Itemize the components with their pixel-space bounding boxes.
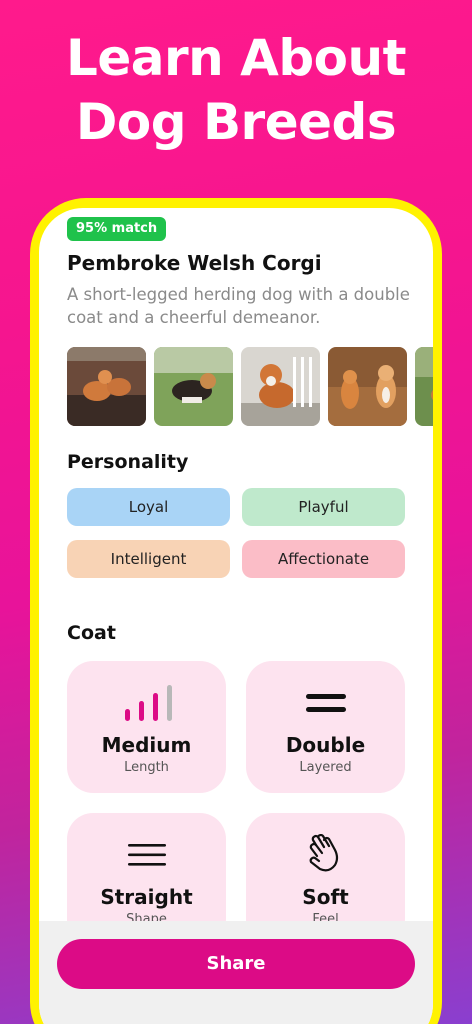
breed-photo[interactable] [241, 347, 320, 426]
app-screen: 95% match Pembroke Welsh Corgi A short-l… [39, 208, 433, 1024]
coat-value: Soft [302, 885, 349, 909]
breed-description: A short-legged herding dog with a double… [67, 285, 410, 327]
three-lines-icon [67, 835, 226, 875]
trait-chip-affectionate[interactable]: Affectionate [242, 540, 405, 578]
bottom-action-bar: Share [39, 921, 433, 1024]
coat-card-type[interactable]: Double Layered [246, 661, 405, 793]
headline-line-1: Learn About [65, 29, 407, 87]
coat-label: Layered [299, 760, 352, 775]
hand-icon [246, 834, 405, 875]
signal-bars-icon [67, 683, 226, 723]
double-line-icon [246, 683, 405, 723]
breed-title: Pembroke Welsh Corgi [67, 251, 322, 275]
coat-value: Medium [101, 733, 192, 757]
headline: Learn About Dog Breeds [0, 26, 472, 154]
share-button[interactable]: Share [57, 939, 415, 989]
personality-title: Personality [67, 451, 189, 473]
coat-title: Coat [67, 622, 116, 644]
photo-carousel[interactable] [67, 347, 433, 427]
coat-value: Straight [100, 885, 193, 909]
match-badge: 95% match [67, 217, 167, 241]
breed-photo[interactable] [154, 347, 233, 426]
coat-card-length[interactable]: Medium Length [67, 661, 226, 793]
trait-chip-playful[interactable]: Playful [242, 488, 405, 526]
coat-value: Double [285, 733, 366, 757]
breed-photo[interactable] [328, 347, 407, 426]
breed-photo[interactable] [415, 347, 433, 426]
trait-chip-loyal[interactable]: Loyal [67, 488, 230, 526]
trait-chip-intelligent[interactable]: Intelligent [67, 540, 230, 578]
coat-label: Length [124, 760, 169, 775]
headline-line-2: Dog Breeds [75, 93, 397, 151]
breed-photo[interactable] [67, 347, 146, 426]
